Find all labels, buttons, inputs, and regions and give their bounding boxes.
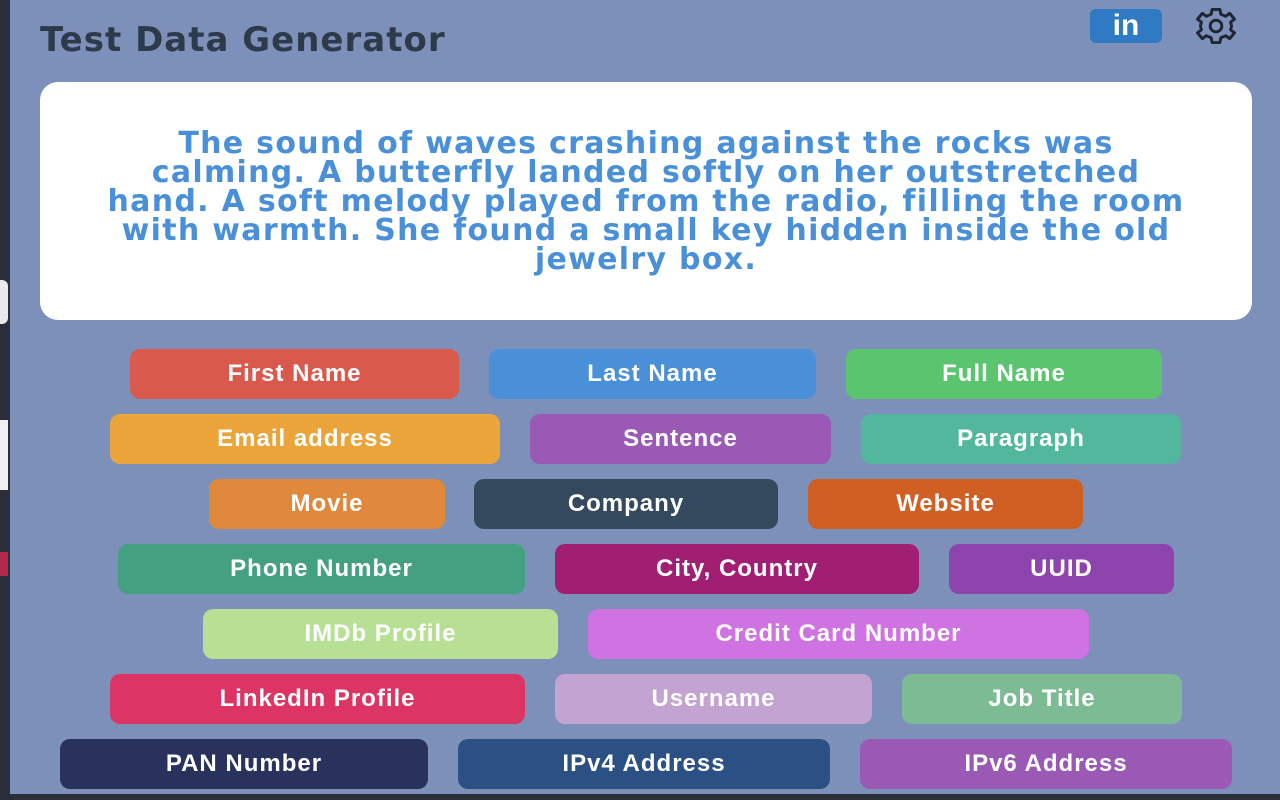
linkedin-icon[interactable]: in <box>1090 9 1162 43</box>
paragraph-button[interactable]: Paragraph <box>861 414 1181 464</box>
page-title: Test Data Generator <box>40 20 446 60</box>
full-name-button[interactable]: Full Name <box>846 349 1162 399</box>
uuid-button[interactable]: UUID <box>949 544 1174 594</box>
username-button[interactable]: Username <box>555 674 872 724</box>
first-name-button[interactable]: First Name <box>130 349 459 399</box>
background-window-edge <box>0 794 1280 800</box>
generated-text: The sound of waves crashing against the … <box>107 125 1185 277</box>
pan-number-button[interactable]: PAN Number <box>60 739 428 789</box>
last-name-button[interactable]: Last Name <box>489 349 816 399</box>
company-button[interactable]: Company <box>474 479 778 529</box>
imdb-profile-button[interactable]: IMDb Profile <box>203 609 558 659</box>
website-button[interactable]: Website <box>808 479 1083 529</box>
ipv4-address-button[interactable]: IPv4 Address <box>458 739 830 789</box>
movie-button[interactable]: Movie <box>209 479 445 529</box>
background-element <box>0 552 8 576</box>
linkedin-profile-button[interactable]: LinkedIn Profile <box>110 674 525 724</box>
phone-number-button[interactable]: Phone Number <box>118 544 525 594</box>
sentence-button[interactable]: Sentence <box>530 414 831 464</box>
background-element <box>0 420 8 490</box>
email-address-button[interactable]: Email address <box>110 414 500 464</box>
background-window-edge <box>0 0 10 800</box>
generated-text-panel: The sound of waves crashing against the … <box>40 82 1252 320</box>
credit-card-number-button[interactable]: Credit Card Number <box>588 609 1089 659</box>
city-country-button[interactable]: City, Country <box>555 544 919 594</box>
linkedin-label: in <box>1112 9 1140 42</box>
gear-icon[interactable] <box>1180 6 1252 46</box>
ipv6-address-button[interactable]: IPv6 Address <box>860 739 1232 789</box>
job-title-button[interactable]: Job Title <box>902 674 1182 724</box>
background-element <box>0 280 8 324</box>
